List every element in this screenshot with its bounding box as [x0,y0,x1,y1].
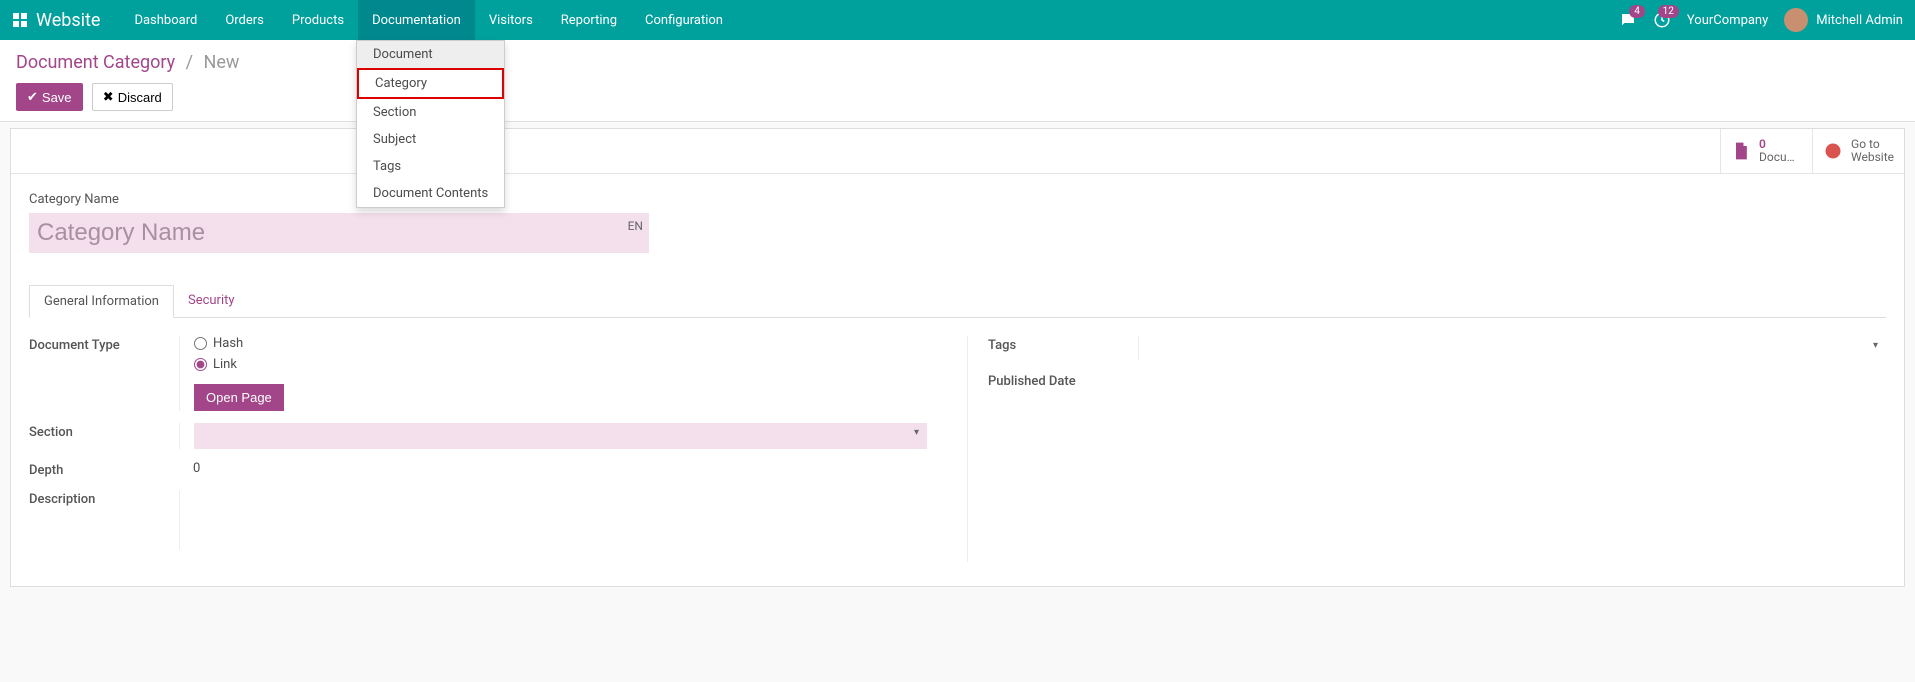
stat-goto-website[interactable]: Go to Website [1812,129,1904,173]
radio-hash-label: Hash [213,336,243,351]
brand-label[interactable]: Website [36,10,100,31]
save-label: Save [42,90,72,105]
activity-badge: 12 [1658,5,1679,18]
radio-hash-row[interactable]: Hash [194,336,927,351]
description-field[interactable] [179,490,927,550]
open-page-button[interactable]: Open Page [194,384,284,411]
chat-badge: 4 [1629,5,1645,18]
stat-documents[interactable]: 0 Docum... [1720,129,1812,173]
tags-label: Tags [988,336,1138,353]
radio-link-row[interactable]: Link [194,357,927,372]
breadcrumb: Document Category / New [16,52,1899,73]
tabs: General Information Security [29,285,1886,318]
depth-value: 0 [179,461,927,476]
nav-right: 4 12 YourCompany Mitchell Admin [1619,8,1903,32]
nav-visitors[interactable]: Visitors [475,0,547,40]
chat-icon[interactable]: 4 [1619,11,1637,29]
stat-docs-count: 0 [1759,138,1802,151]
avatar [1784,8,1808,32]
breadcrumb-parent[interactable]: Document Category [16,52,175,73]
category-name-input[interactable] [29,213,649,253]
form-sheet: 0 Docum... Go to Website Category Name E… [10,128,1905,587]
nav-reporting[interactable]: Reporting [547,0,631,40]
goto-line2: Website [1851,151,1894,164]
activity-icon[interactable]: 12 [1653,11,1671,29]
title-label: Category Name [29,192,1886,207]
depth-label: Depth [29,461,179,478]
nav-items: Dashboard Orders Products Documentation … [120,0,737,40]
nav-orders[interactable]: Orders [211,0,278,40]
nav-documentation[interactable]: Documentation [358,0,475,40]
breadcrumb-sep: / [186,52,193,73]
dropdown-document-contents[interactable]: Document Contents [357,180,504,207]
dropdown-subject[interactable]: Subject [357,126,504,153]
left-column: Document Type Hash Link Open Page [29,336,927,562]
section-label: Section [29,423,179,440]
save-button[interactable]: ✔ Save [16,83,83,111]
right-column: Tags Published Date [967,336,1886,562]
documentation-dropdown: Document Category Section Subject Tags D… [356,40,505,208]
tags-input[interactable] [1153,336,1886,360]
radio-link[interactable] [194,358,207,371]
description-label: Description [29,490,179,507]
document-icon [1731,141,1751,161]
dropdown-tags[interactable]: Tags [357,153,504,180]
control-bar: Document Category / New ✔ Save ✖ Discard [0,40,1915,122]
globe-icon [1823,141,1843,161]
user-name: Mitchell Admin [1816,13,1903,28]
stat-docs-label: Docum... [1759,151,1802,164]
published-label: Published Date [988,372,1138,389]
apps-icon[interactable] [12,12,28,28]
discard-button[interactable]: ✖ Discard [92,83,173,111]
goto-line1: Go to [1851,138,1894,151]
lang-tag[interactable]: EN [628,219,643,233]
check-icon: ✔ [27,89,38,105]
discard-label: Discard [118,90,162,105]
dropdown-section[interactable]: Section [357,99,504,126]
close-icon: ✖ [103,89,114,105]
nav-dashboard[interactable]: Dashboard [120,0,211,40]
stat-buttons: 0 Docum... Go to Website [11,129,1904,174]
tab-security[interactable]: Security [174,285,249,317]
doc-type-label: Document Type [29,336,179,353]
top-navbar: Website Dashboard Orders Products Docume… [0,0,1915,40]
tab-general[interactable]: General Information [29,285,174,318]
user-menu[interactable]: Mitchell Admin [1784,8,1903,32]
dropdown-document[interactable]: Document [357,41,504,68]
dropdown-category[interactable]: Category [357,68,504,99]
company-label[interactable]: YourCompany [1687,13,1768,28]
nav-configuration[interactable]: Configuration [631,0,737,40]
section-select[interactable] [194,423,927,449]
radio-link-label: Link [213,357,237,372]
breadcrumb-current: New [204,52,240,73]
radio-hash[interactable] [194,337,207,350]
nav-products[interactable]: Products [278,0,358,40]
